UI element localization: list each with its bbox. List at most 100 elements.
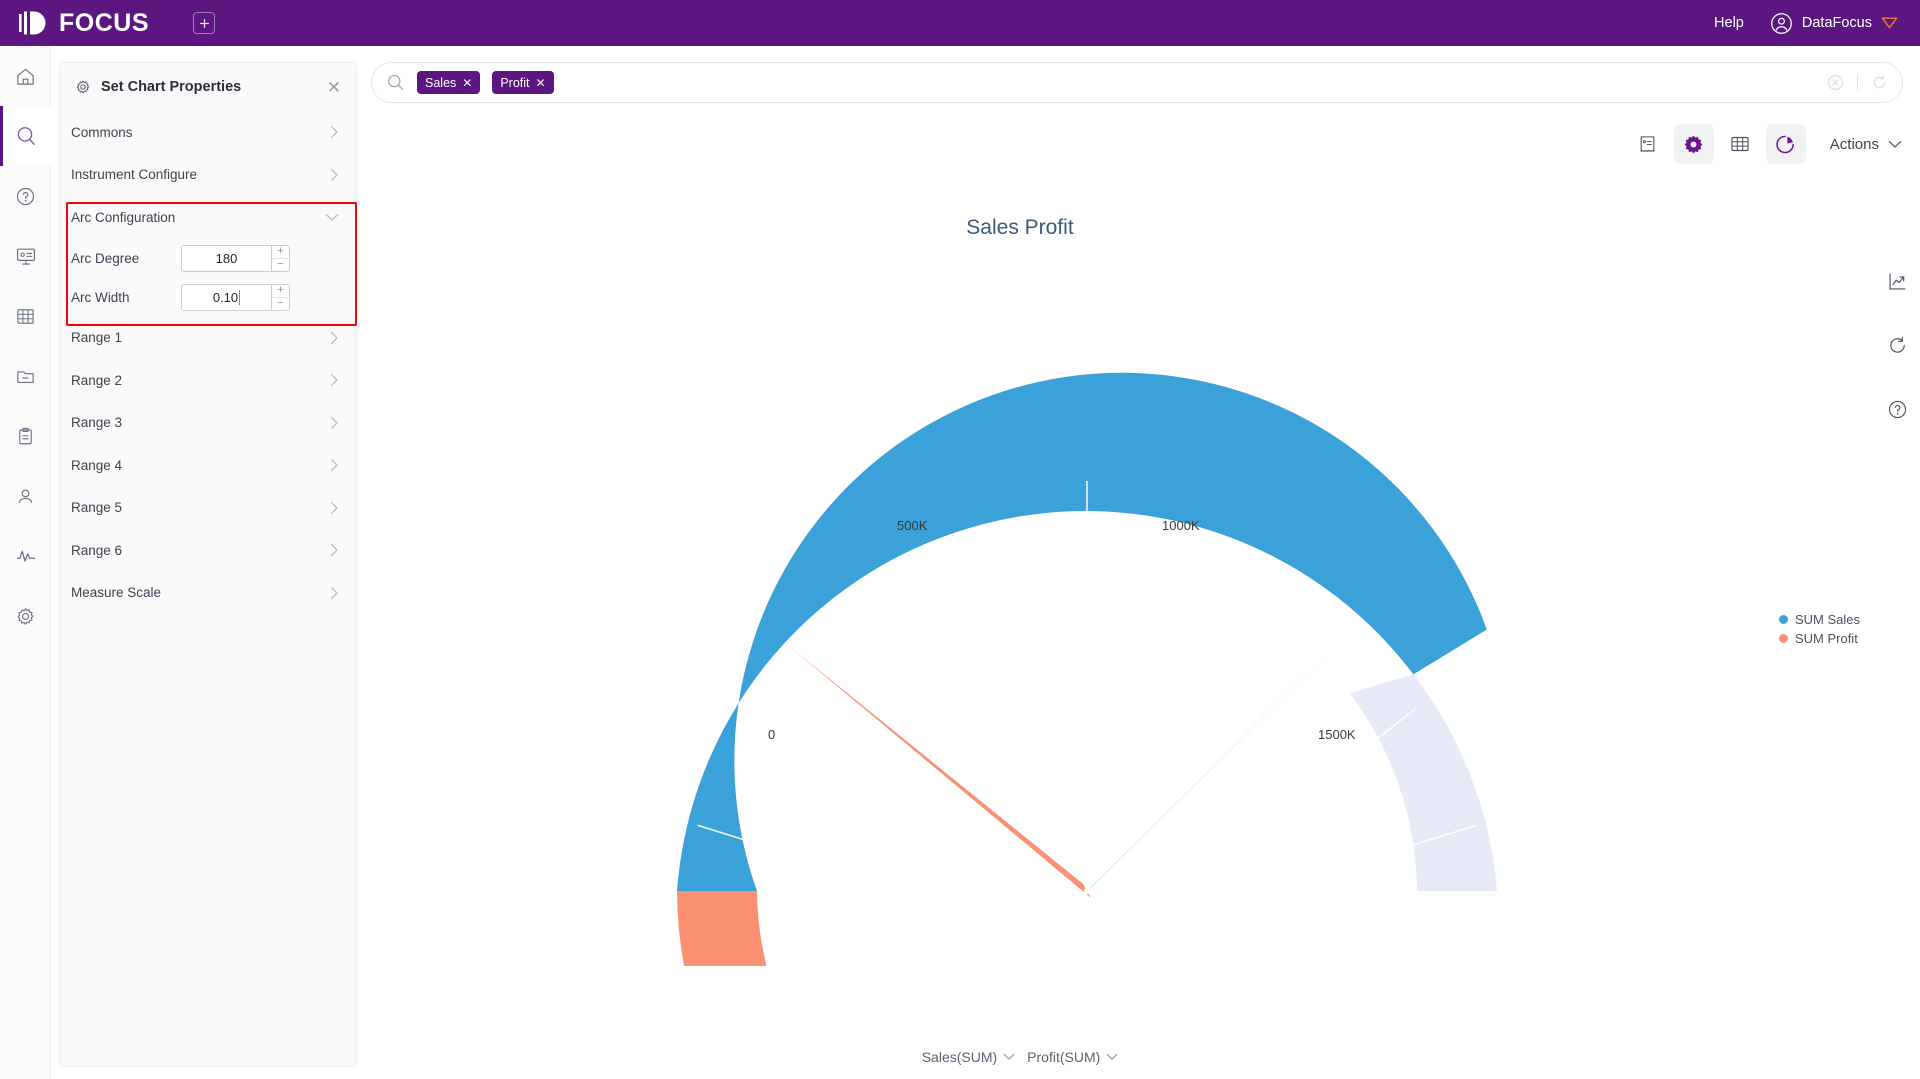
decrement-icon[interactable]: − — [272, 298, 289, 310]
panel-row-label: Range 6 — [71, 542, 123, 558]
panel-row-instrument-configure[interactable]: Instrument Configure — [61, 154, 355, 197]
panel-row-label: Instrument Configure — [71, 167, 198, 183]
chevron-right-icon — [330, 168, 338, 181]
arc-configuration-section: Arc Configuration Arc Degree 180 + − Arc… — [61, 196, 355, 317]
rail-item-table[interactable] — [0, 286, 51, 346]
focus-logo-icon — [19, 11, 46, 35]
search-chip-profit[interactable]: Profit ✕ — [492, 71, 554, 94]
gear-icon — [76, 80, 90, 94]
clear-circle-icon[interactable] — [1827, 74, 1844, 91]
user-menu[interactable]: DataFocus — [1770, 12, 1898, 35]
arc-width-input-wrap[interactable]: 0.10 — [182, 285, 271, 310]
panel-row-label: Commons — [71, 124, 133, 140]
arc-width-stepper[interactable]: 0.10 + − — [181, 283, 290, 311]
left-nav-rail — [0, 46, 51, 1079]
search-bar[interactable]: Sales ✕ Profit ✕ — [371, 62, 1903, 103]
panel-row-label: Range 5 — [71, 500, 123, 516]
brand-logo[interactable]: FOCUS — [18, 9, 149, 38]
legend-item-sum-profit[interactable]: SUM Profit — [1778, 631, 1860, 646]
chart-properties-panel: Set Chart Properties ✕ Commons Instrumen… — [60, 62, 356, 1066]
chart-legend: SUM Sales SUM Profit — [1778, 612, 1860, 646]
arc-width-row: Arc Width 0.10 + − — [61, 278, 355, 317]
brand-text: FOCUS — [59, 8, 149, 37]
legend-label: SUM Profit — [1794, 631, 1858, 646]
toolbar-table-button[interactable] — [1720, 124, 1760, 164]
clipboard-icon — [19, 427, 32, 444]
toolbar-receipt-button[interactable] — [1628, 124, 1668, 164]
help-link[interactable]: Help — [1714, 15, 1744, 31]
search-chip-sales[interactable]: Sales ✕ — [417, 71, 481, 94]
gauge-band-sales — [677, 372, 1487, 891]
arc-degree-stepper[interactable]: 180 + − — [181, 244, 290, 272]
close-icon[interactable]: ✕ — [327, 79, 341, 96]
user-icon — [18, 489, 33, 503]
panel-row-range-4[interactable]: Range 4 — [61, 444, 355, 487]
panel-row-commons[interactable]: Commons — [61, 111, 355, 154]
gauge-tick-label-0: 0 — [768, 727, 775, 742]
rail-item-home[interactable] — [0, 46, 51, 106]
rail-item-user[interactable] — [0, 466, 51, 526]
chevron-down-icon — [1003, 1053, 1015, 1060]
chevron-down-icon — [1888, 140, 1902, 148]
refresh-icon — [1890, 336, 1905, 353]
measure-field-profit[interactable]: Profit(SUM) — [1027, 1049, 1118, 1065]
main-content: Sales ✕ Profit ✕ Actions Sales Profit 0 … — [365, 46, 1920, 1079]
help-circle-icon — [1888, 400, 1907, 419]
table-icon — [1731, 136, 1749, 152]
trend-chart-button[interactable] — [1887, 271, 1908, 297]
right-tools — [1887, 271, 1908, 425]
diamond-badge-icon — [1881, 17, 1898, 29]
rail-item-clipboard[interactable] — [0, 406, 51, 466]
rail-item-help[interactable] — [0, 166, 51, 226]
help-button[interactable] — [1887, 399, 1908, 425]
panel-row-range-5[interactable]: Range 5 — [61, 487, 355, 530]
rail-item-folder[interactable] — [0, 346, 51, 406]
user-circle-icon — [1770, 12, 1792, 34]
legend-item-sum-sales[interactable]: SUM Sales — [1778, 612, 1860, 627]
arc-configuration-header[interactable]: Arc Configuration — [61, 196, 355, 239]
actions-menu[interactable]: Actions — [1830, 136, 1902, 153]
rail-item-presentation[interactable] — [0, 226, 51, 286]
legend-label: SUM Sales — [1794, 612, 1860, 627]
close-icon[interactable]: ✕ — [536, 76, 546, 90]
gauge-needle-pivot — [1083, 887, 1091, 895]
refresh-button[interactable] — [1887, 335, 1908, 361]
divider — [1857, 74, 1858, 91]
close-icon[interactable]: ✕ — [462, 76, 472, 90]
chip-label: Sales — [425, 75, 457, 90]
panel-row-range-6[interactable]: Range 6 — [61, 529, 355, 572]
arc-configuration-label: Arc Configuration — [71, 209, 176, 225]
measure-field-sales[interactable]: Sales(SUM) — [922, 1049, 1015, 1065]
chevron-down-icon — [1106, 1053, 1118, 1060]
panel-row-range-2[interactable]: Range 2 — [61, 359, 355, 402]
gear-icon — [1684, 135, 1703, 153]
decrement-icon[interactable]: − — [272, 259, 289, 271]
chevron-right-icon — [330, 501, 338, 514]
topbar-right-group: Help DataFocus — [1714, 12, 1898, 35]
arc-width-input: 0.10 — [212, 289, 239, 305]
rail-item-pulse[interactable] — [0, 526, 51, 586]
rail-item-search[interactable] — [0, 106, 51, 166]
increment-icon[interactable]: + — [272, 246, 289, 259]
panel-row-label: Measure Scale — [71, 585, 162, 601]
rail-item-settings[interactable] — [0, 586, 51, 646]
toolbar-chart-type-button[interactable] — [1765, 124, 1806, 164]
home-icon — [17, 68, 34, 85]
toolbar-settings-button[interactable] — [1673, 124, 1714, 164]
arc-width-stepper-buttons: + − — [271, 284, 289, 310]
search-actions — [1827, 74, 1888, 91]
plus-icon — [199, 18, 209, 28]
panel-row-measure-scale[interactable]: Measure Scale — [61, 572, 355, 615]
refresh-icon[interactable] — [1871, 74, 1888, 91]
increment-icon[interactable]: + — [272, 285, 289, 298]
gauge-needle-sales — [1081, 649, 1333, 897]
plus-square-icon[interactable] — [193, 12, 215, 34]
pie-chart-icon — [1776, 135, 1795, 153]
panel-row-label: Range 4 — [71, 457, 123, 473]
user-name: DataFocus — [1801, 15, 1872, 31]
panel-title: Set Chart Properties — [101, 79, 242, 95]
panel-header: Set Chart Properties ✕ — [61, 63, 355, 111]
arc-degree-input[interactable]: 180 — [182, 246, 271, 271]
panel-row-range-3[interactable]: Range 3 — [61, 402, 355, 445]
panel-row-range-1[interactable]: Range 1 — [61, 317, 355, 360]
